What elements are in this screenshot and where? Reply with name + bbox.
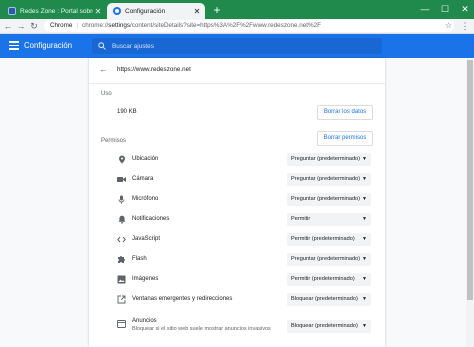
- permission-label: Micrófono: [132, 196, 159, 202]
- permission-select[interactable]: Preguntar (predeterminado) ▼: [287, 173, 371, 186]
- permission-label: Cámara: [132, 176, 154, 182]
- permission-label: Anuncios: [132, 318, 157, 324]
- permission-row-images: Imágenes Permitir (predeterminado) ▼: [89, 269, 385, 289]
- minimize-icon[interactable]: —: [418, 2, 432, 16]
- bell-icon: [117, 215, 126, 224]
- close-icon[interactable]: ✕: [192, 7, 202, 16]
- microphone-icon: [117, 195, 126, 204]
- permission-row-javascript: JavaScript Permitir (predeterminado) ▼: [89, 229, 385, 249]
- usage-value: 190 KB: [117, 109, 137, 115]
- permission-select[interactable]: Preguntar (predeterminado) ▼: [287, 153, 371, 166]
- location-icon: [117, 155, 126, 164]
- browser-toolbar: ← → ↻ Chrome | chrome://settings/content…: [0, 19, 474, 34]
- tab-redeszone[interactable]: Redes Zone : Portal sobre telecom ✕: [2, 3, 106, 19]
- permission-row-microphone: Micrófono Preguntar (predeterminado) ▼: [89, 189, 385, 209]
- permission-select[interactable]: Bloquear (predeterminado) ▼: [287, 320, 371, 333]
- permissions-heading: Permisos: [101, 138, 127, 144]
- caret-down-icon: ▼: [362, 216, 367, 222]
- select-value: Permitir (predeterminado): [291, 236, 355, 242]
- select-value: Preguntar (predeterminado): [291, 156, 361, 162]
- permission-row-flash: Flash Preguntar (predeterminado) ▼: [89, 249, 385, 269]
- chrome-chip: Chrome: [50, 22, 73, 29]
- scrollbar-thumb[interactable]: [467, 60, 473, 300]
- url-text: chrome://settings/content/siteDetails?si…: [82, 20, 321, 32]
- reset-permissions-button[interactable]: Borrar permisos: [317, 131, 373, 146]
- permission-row-popups: Ventanas emergentes y redirecciones Bloq…: [89, 289, 385, 309]
- code-icon: [117, 235, 126, 244]
- caret-down-icon: ▼: [362, 276, 367, 282]
- permission-label: Ventanas emergentes y redirecciones: [132, 296, 233, 302]
- search-icon: [98, 42, 106, 50]
- tab-settings[interactable]: Configuración ✕: [107, 3, 205, 19]
- address-bar[interactable]: Chrome | chrome://settings/content/siteD…: [44, 20, 454, 32]
- puzzle-icon: [117, 255, 126, 264]
- scrollbar[interactable]: [466, 58, 474, 347]
- bookmark-star-icon[interactable]: ☆: [445, 20, 452, 32]
- permission-label: Imágenes: [132, 276, 159, 282]
- select-value: Preguntar (predeterminado): [291, 196, 361, 202]
- permission-select[interactable]: Permitir (predeterminado) ▼: [287, 233, 371, 246]
- clear-data-button[interactable]: Borrar los datos: [317, 105, 373, 120]
- permission-select[interactable]: Bloquear (predeterminado) ▼: [287, 293, 371, 306]
- caret-down-icon: ▼: [362, 323, 367, 329]
- usage-heading: Uso: [101, 91, 112, 97]
- popup-icon: [117, 295, 126, 304]
- settings-header: Configuración Buscar ajustes: [0, 34, 474, 58]
- page-title: Configuración: [24, 41, 73, 50]
- camera-icon: [117, 175, 126, 184]
- caret-down-icon: ▼: [362, 296, 367, 302]
- permission-select[interactable]: Preguntar (predeterminado) ▼: [287, 193, 371, 206]
- menu-icon[interactable]: ⋮: [460, 20, 470, 32]
- select-value: Permitir: [291, 216, 311, 222]
- caret-down-icon: ▼: [362, 176, 367, 182]
- select-value: Preguntar (predeterminado): [291, 256, 361, 262]
- permission-label: Ubicación: [132, 156, 159, 162]
- permission-row-camera: Cámara Preguntar (predeterminado) ▼: [89, 169, 385, 189]
- permission-row-notifications: Notificaciones Permitir ▼: [89, 209, 385, 229]
- back-arrow-icon[interactable]: ←: [99, 64, 108, 74]
- site-details-card: ← https://www.redeszone.net Uso 190 KB B…: [89, 58, 385, 347]
- tab-title: Configuración: [125, 7, 166, 15]
- url-scheme: chrome://: [82, 22, 109, 29]
- reload-icon[interactable]: ↻: [28, 20, 40, 32]
- url-path: /content/siteDetails?site=https%3A%2F%2F…: [130, 22, 321, 29]
- permission-label: Notificaciones: [132, 216, 170, 222]
- settings-favicon-icon: [113, 7, 121, 15]
- permission-sublabel: Bloquear si el sitio web suele mostrar a…: [132, 326, 271, 332]
- image-icon: [117, 275, 126, 284]
- select-value: Permitir (predeterminado): [291, 276, 355, 282]
- permission-select[interactable]: Permitir ▼: [287, 213, 371, 226]
- tab-title: Redes Zone : Portal sobre telecom: [20, 7, 93, 15]
- site-url: https://www.redeszone.net: [117, 66, 191, 73]
- tab-strip: Redes Zone : Portal sobre telecom ✕ Conf…: [0, 0, 474, 19]
- permission-select[interactable]: Preguntar (predeterminado) ▼: [287, 253, 371, 266]
- forward-icon[interactable]: →: [15, 20, 27, 32]
- divider: [89, 83, 385, 84]
- new-tab-button[interactable]: +: [210, 3, 224, 17]
- redeszone-favicon-icon: [8, 7, 16, 15]
- permission-row-ads: Anuncios Bloquear si el sitio web suele …: [89, 313, 385, 339]
- back-icon[interactable]: ←: [2, 20, 14, 32]
- maximize-icon[interactable]: ☐: [438, 2, 452, 16]
- ads-icon: [117, 319, 126, 328]
- select-value: Preguntar (predeterminado): [291, 176, 361, 182]
- permission-label: JavaScript: [132, 236, 161, 242]
- permission-row-location: Ubicación Preguntar (predeterminado) ▼: [89, 149, 385, 169]
- search-placeholder: Buscar ajustes: [112, 42, 154, 50]
- caret-down-icon: ▼: [362, 256, 367, 262]
- permission-label: Flash: [132, 256, 147, 262]
- caret-down-icon: ▼: [362, 156, 367, 162]
- separator: |: [76, 22, 79, 29]
- close-icon[interactable]: ✕: [93, 7, 103, 16]
- close-window-icon[interactable]: ✕: [458, 2, 472, 16]
- caret-down-icon: ▼: [362, 196, 367, 202]
- select-value: Bloquear (predeterminado): [291, 296, 358, 302]
- caret-down-icon: ▼: [362, 236, 367, 242]
- search-input[interactable]: Buscar ajustes: [92, 38, 382, 54]
- select-value: Bloquear (predeterminado): [291, 323, 358, 329]
- hamburger-icon[interactable]: [9, 41, 19, 51]
- permission-select[interactable]: Permitir (predeterminado) ▼: [287, 273, 371, 286]
- url-host: settings: [108, 22, 130, 29]
